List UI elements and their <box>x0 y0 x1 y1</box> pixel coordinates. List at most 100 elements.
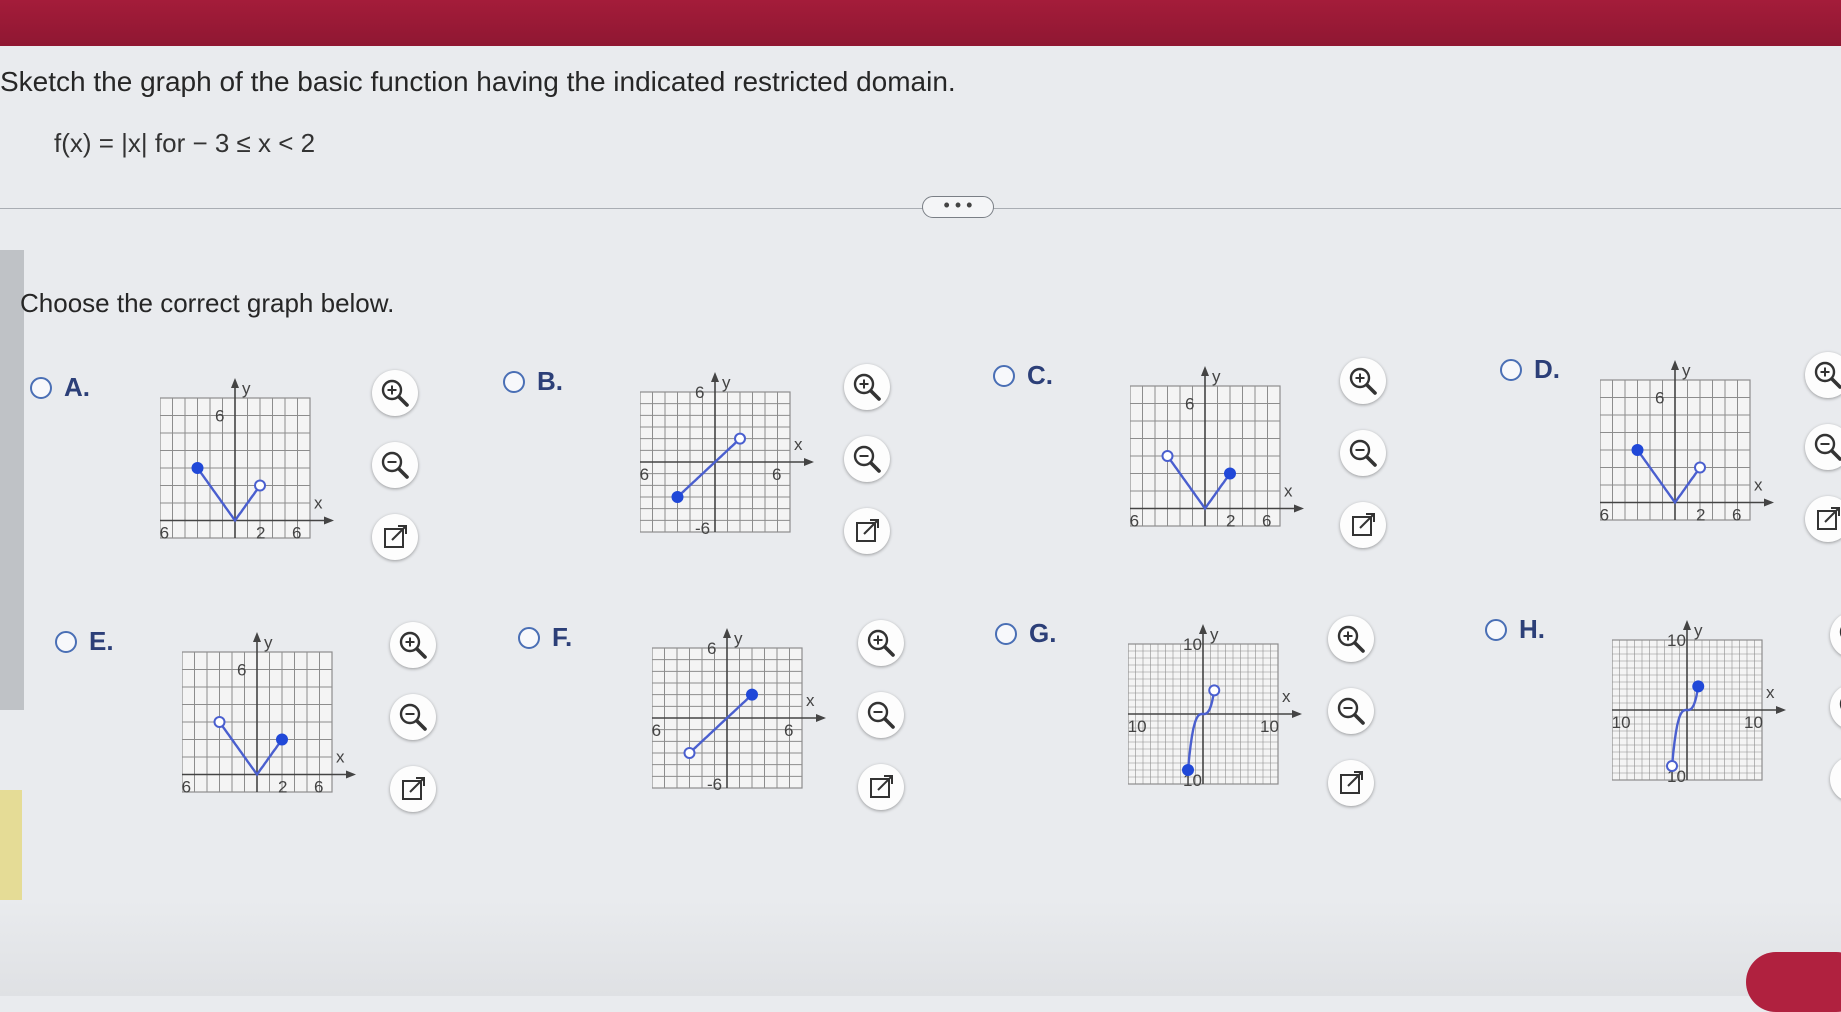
option-f-zoom-in-button[interactable] <box>858 620 904 666</box>
option-h-zoom-in-button[interactable] <box>1830 612 1841 658</box>
open-endpoint <box>1666 760 1678 772</box>
option-c-zoom-out-button[interactable] <box>1340 430 1386 476</box>
x-tick-max: 6 <box>784 721 793 740</box>
option-g-open-new-window-button[interactable] <box>1328 760 1374 806</box>
graph-g: yx10-101010 <box>1128 624 1302 790</box>
option-h-radio[interactable] <box>1485 618 1507 641</box>
option-a[interactable]: A. <box>30 372 90 403</box>
closed-endpoint <box>671 491 684 503</box>
option-c[interactable]: C. <box>993 360 1053 391</box>
option-e[interactable]: E. <box>55 626 114 657</box>
option-b[interactable]: B. <box>503 366 563 397</box>
submit-button[interactable] <box>1746 952 1841 1012</box>
option-g-radio[interactable] <box>995 622 1017 645</box>
zoom-out-icon <box>1349 439 1377 467</box>
y-axis-arrow <box>1671 360 1679 370</box>
x-tick-mid: 2 <box>1696 506 1705 525</box>
option-b-zoom-out-button[interactable] <box>844 436 890 482</box>
x-axis-label: x <box>1284 482 1293 501</box>
option-f-radio[interactable] <box>518 626 540 649</box>
option-b-zoom-in-button[interactable] <box>844 364 890 410</box>
x-tick-mid: 2 <box>256 524 265 543</box>
open-endpoint <box>683 747 696 759</box>
option-b-open-new-window-button[interactable] <box>844 508 890 554</box>
x-tick-min: -6 <box>160 524 169 543</box>
option-h-zoom-out-button[interactable] <box>1830 684 1841 730</box>
x-tick-min: -6 <box>1130 512 1139 531</box>
option-b-radio[interactable] <box>503 370 525 393</box>
x-axis-arrow <box>1764 498 1774 507</box>
option-c-open-new-window-button[interactable] <box>1340 502 1386 548</box>
y-axis-label: y <box>1682 361 1691 380</box>
y-axis-label: y <box>722 373 731 392</box>
option-f[interactable]: F. <box>518 622 572 653</box>
option-d-zoom-out-button[interactable] <box>1805 424 1841 470</box>
closed-endpoint <box>191 462 204 474</box>
zoom-in-icon <box>399 631 427 659</box>
zoom-out-icon <box>381 451 409 479</box>
y-axis-arrow <box>1199 624 1207 634</box>
zoom-out-icon <box>1337 697 1365 725</box>
zoom-out-icon <box>1814 433 1841 461</box>
x-tick-min: -10 <box>1128 717 1147 736</box>
zoom-in-icon <box>1337 625 1365 653</box>
option-b-label: B. <box>537 366 563 396</box>
more-button[interactable]: • • • <box>922 196 994 218</box>
y-tick-top: 6 <box>237 661 246 680</box>
open-endpoint <box>1161 450 1174 462</box>
x-axis-arrow <box>324 516 334 525</box>
zoom-in-icon <box>853 373 881 401</box>
option-d-zoom-in-button[interactable] <box>1805 352 1841 398</box>
x-axis-label: x <box>336 748 345 767</box>
y-tick-top: 6 <box>1185 395 1194 414</box>
x-tick-min: -6 <box>182 778 191 797</box>
option-c-radio[interactable] <box>993 364 1015 387</box>
top-banner <box>0 0 1841 46</box>
closed-endpoint <box>1224 467 1236 480</box>
option-e-zoom-in-button[interactable] <box>390 622 436 668</box>
option-c-zoom-in-button[interactable] <box>1340 358 1386 404</box>
x-tick-min: -6 <box>652 721 661 740</box>
y-axis-label: y <box>264 633 273 652</box>
option-a-open-new-window-button[interactable] <box>372 514 418 560</box>
open-new-window-icon <box>1352 513 1375 536</box>
option-h-open-new-window-button[interactable] <box>1830 756 1841 802</box>
x-axis-label: x <box>794 435 803 454</box>
left-highlight-strip <box>0 790 22 900</box>
x-axis-arrow <box>804 458 814 466</box>
zoom-in-icon <box>381 379 409 407</box>
zoom-out-icon <box>1839 699 1841 709</box>
option-d-radio[interactable] <box>1500 358 1522 381</box>
option-g[interactable]: G. <box>995 618 1056 649</box>
y-axis-label: y <box>1210 625 1219 644</box>
x-axis-label: x <box>314 494 323 513</box>
option-e-open-new-window-button[interactable] <box>390 766 436 812</box>
y-axis-arrow <box>711 372 719 382</box>
option-e-radio[interactable] <box>55 630 77 653</box>
option-e-zoom-out-button[interactable] <box>390 694 436 740</box>
option-a-radio[interactable] <box>30 376 52 399</box>
option-g-zoom-in-button[interactable] <box>1328 616 1374 662</box>
option-f-open-new-window-button[interactable] <box>858 764 904 810</box>
option-a-zoom-in-button[interactable] <box>372 370 418 416</box>
option-a-zoom-out-button[interactable] <box>372 442 418 488</box>
x-tick-mid: 2 <box>278 778 287 797</box>
y-tick-bottom: -6 <box>695 519 710 538</box>
open-new-window-icon <box>856 519 879 542</box>
x-tick-max: 10 <box>1744 713 1763 732</box>
option-f-zoom-out-button[interactable] <box>858 692 904 738</box>
option-g-zoom-out-button[interactable] <box>1328 688 1374 734</box>
open-new-window-icon <box>870 775 893 798</box>
option-h[interactable]: H. <box>1485 614 1545 645</box>
x-tick-max: 6 <box>314 778 323 797</box>
closed-endpoint <box>746 688 758 701</box>
zoom-in-icon <box>1839 627 1841 637</box>
y-axis-label: y <box>242 379 251 398</box>
section-divider <box>0 208 1841 209</box>
left-scroll-strip[interactable] <box>0 250 24 710</box>
open-endpoint <box>1694 461 1706 474</box>
open-endpoint <box>1208 684 1221 697</box>
option-d-open-new-window-button[interactable] <box>1805 496 1841 542</box>
y-axis-arrow <box>723 628 731 638</box>
option-d[interactable]: D. <box>1500 354 1560 385</box>
